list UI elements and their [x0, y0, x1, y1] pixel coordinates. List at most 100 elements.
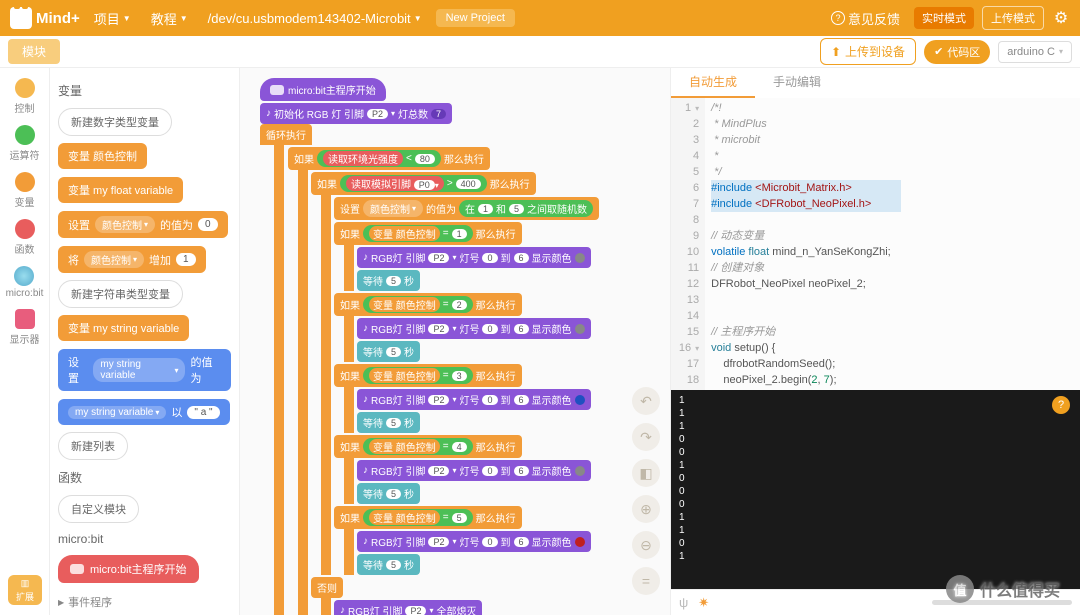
block-if-4[interactable]: 如果变量 颜色控制=4那么执行	[334, 435, 522, 458]
bug-icon[interactable]: ✷	[698, 595, 709, 611]
block-else-inner[interactable]: 否则	[311, 577, 343, 598]
block-rgb-5[interactable]: ♪RGB灯 引脚P2▾灯号0到6显示颜色	[357, 531, 591, 552]
event-section-label: ▶事件程序	[58, 594, 231, 610]
palette-header-variable: 变量	[58, 82, 231, 99]
block-rgb-2[interactable]: ♪RGB灯 引脚P2▾灯号0到6显示颜色	[357, 318, 591, 339]
module-tab[interactable]: 模块	[8, 39, 60, 64]
microbit-icon	[70, 564, 84, 574]
code-editor[interactable]: 1▾2345678910111213141516▾17181920▾21▾ /*…	[671, 98, 1080, 390]
block-all-off[interactable]: ♪RGB灯 引脚P2▾全部熄灭	[334, 600, 482, 615]
zoom-reset-button[interactable]: =	[632, 567, 660, 595]
upload-mode-button[interactable]: 上传模式	[982, 6, 1044, 30]
toolbar: 模块 ⬆上传到设备 ✔代码区 arduino C▾	[0, 36, 1080, 68]
block-palette: 变量 新建数字类型变量 变量 颜色控制 变量 my float variable…	[50, 68, 240, 615]
usb-icon[interactable]: ψ	[679, 595, 688, 610]
block-rgb-4[interactable]: ♪RGB灯 引脚P2▾灯号0到6显示颜色	[357, 460, 591, 481]
watermark-badge: 值	[946, 575, 974, 603]
block-if-3[interactable]: 如果变量 颜色控制=3那么执行	[334, 364, 522, 387]
nav-function[interactable]: 函数	[11, 215, 39, 260]
console-line: 0	[679, 472, 1072, 485]
app-logo: Mind+	[10, 7, 80, 29]
block-wait-4[interactable]: 等待5秒	[357, 483, 420, 504]
code-content: /*! * MindPlus * microbit * */ #include …	[705, 98, 907, 390]
new-num-var-button[interactable]: 新建数字类型变量	[58, 108, 172, 136]
canvas-actions: ↶ ↷ ◧ ⊕ ⊖ =	[632, 387, 660, 595]
block-init-rgb[interactable]: ♪初始化 RGB 灯 引脚P2▾灯总数7	[260, 103, 452, 124]
block-wait-2[interactable]: 等待5秒	[357, 341, 420, 362]
serial-port[interactable]: /dev/cu.usbmodem143402-Microbit▼	[202, 7, 428, 30]
block-var-float[interactable]: 变量 my float variable	[58, 177, 183, 203]
console-line: 0	[679, 537, 1072, 550]
palette-header-function: 函数	[58, 469, 231, 486]
undo-button[interactable]: ↶	[632, 387, 660, 415]
code-tabs: 自动生成 手动编辑	[671, 68, 1080, 98]
block-rgb-3[interactable]: ♪RGB灯 引脚P2▾灯号0到6显示颜色	[357, 389, 591, 410]
settings-icon[interactable]: ⚙	[1052, 9, 1070, 27]
script-stack[interactable]: micro:bit主程序开始 ♪初始化 RGB 灯 引脚P2▾灯总数7 循环执行…	[260, 78, 599, 615]
console-line: 1	[679, 420, 1072, 433]
nav-microbit[interactable]: micro:bit	[2, 262, 48, 303]
block-rgb-1[interactable]: ♪RGB灯 引脚P2▾灯号0到6显示颜色	[357, 247, 591, 268]
block-if-1[interactable]: 如果变量 颜色控制=1那么执行	[334, 222, 522, 245]
block-string-concat[interactable]: my string variable▾以" a "	[58, 399, 230, 425]
redo-button[interactable]: ↷	[632, 423, 660, 451]
block-set-random[interactable]: 设置颜色控制▾的值为在1和5之间取随机数	[334, 197, 599, 220]
menu-tutorial[interactable]: 教程▼	[145, 5, 194, 32]
block-var-string[interactable]: 变量 my string variable	[58, 315, 189, 341]
tidy-button[interactable]: ◧	[632, 459, 660, 487]
block-forever[interactable]: 循环执行	[260, 124, 312, 145]
script-canvas[interactable]: micro:bit主程序开始 ♪初始化 RGB 灯 引脚P2▾灯总数7 循环执行…	[240, 68, 670, 615]
console-line: 1	[679, 550, 1072, 563]
nav-variable[interactable]: 变量	[11, 168, 39, 213]
block-var-color[interactable]: 变量 颜色控制	[58, 143, 147, 169]
extension-button[interactable]: ▥扩展	[8, 575, 42, 605]
category-nav: 控制 运算符 变量 函数 micro:bit 显示器	[0, 68, 50, 615]
console-line: 0	[679, 433, 1072, 446]
serial-console[interactable]: ? 1 1 1 0 0 1 0 0 0 1 1 0 1	[671, 390, 1080, 589]
code-area-toggle[interactable]: ✔代码区	[924, 40, 990, 64]
block-main-start[interactable]: micro:bit主程序开始	[58, 555, 199, 583]
upload-to-device-button[interactable]: ⬆上传到设备	[820, 38, 916, 65]
nav-operator[interactable]: 运算符	[6, 121, 44, 166]
block-if-light[interactable]: 如果读取环境光强度<80那么执行	[288, 147, 490, 170]
watermark-text: 什么值得买	[980, 577, 1060, 601]
block-wait-5[interactable]: 等待5秒	[357, 554, 420, 575]
block-if-2[interactable]: 如果变量 颜色控制=2那么执行	[334, 293, 522, 316]
block-set-var[interactable]: 设置颜色控制▾的值为0	[58, 211, 228, 238]
canvas-hat-block[interactable]: micro:bit主程序开始	[260, 78, 386, 101]
nav-control[interactable]: 控制	[11, 74, 39, 119]
realtime-mode-button[interactable]: 实时模式	[914, 7, 974, 29]
zoom-out-button[interactable]: ⊖	[632, 531, 660, 559]
palette-header-microbit: micro:bit	[58, 532, 231, 546]
custom-block-button[interactable]: 自定义模块	[58, 495, 139, 523]
console-line: 1	[679, 407, 1072, 420]
new-str-var-button[interactable]: 新建字符串类型变量	[58, 280, 183, 308]
brand-label: Mind+	[36, 10, 80, 27]
block-set-string[interactable]: 设置my string variable▾的值为	[58, 349, 231, 391]
tab-manual-edit[interactable]: 手动编辑	[755, 67, 839, 98]
feedback-link[interactable]: ?意见反馈	[825, 5, 906, 32]
tab-auto-generate[interactable]: 自动生成	[671, 67, 755, 98]
new-project-tab[interactable]: New Project	[436, 9, 515, 27]
puzzle-icon: ▥	[21, 578, 30, 589]
console-line: 0	[679, 446, 1072, 459]
line-gutter: 1▾2345678910111213141516▾17181920▾21▾	[671, 98, 705, 390]
new-list-button[interactable]: 新建列表	[58, 432, 128, 460]
help-icon[interactable]: ?	[1052, 396, 1070, 414]
console-line: 1	[679, 394, 1072, 407]
console-line: 0	[679, 485, 1072, 498]
code-panel: 自动生成 手动编辑 1▾2345678910111213141516▾17181…	[670, 68, 1080, 615]
block-wait-3[interactable]: 等待5秒	[357, 412, 420, 433]
block-if-5[interactable]: 如果变量 颜色控制=5那么执行	[334, 506, 522, 529]
console-line: 0	[679, 498, 1072, 511]
nav-display[interactable]: 显示器	[6, 305, 44, 350]
console-line: 1	[679, 524, 1072, 537]
console-line: 1	[679, 511, 1072, 524]
block-change-var[interactable]: 将颜色控制▾增加1	[58, 246, 206, 273]
block-if-analog[interactable]: 如果读取模拟引脚 P0▾>400那么执行	[311, 172, 536, 195]
block-wait-1[interactable]: 等待5秒	[357, 270, 420, 291]
language-select[interactable]: arduino C▾	[998, 41, 1072, 63]
zoom-in-button[interactable]: ⊕	[632, 495, 660, 523]
top-menubar: Mind+ 项目▼ 教程▼ /dev/cu.usbmodem143402-Mic…	[0, 0, 1080, 36]
menu-project[interactable]: 项目▼	[88, 5, 137, 32]
